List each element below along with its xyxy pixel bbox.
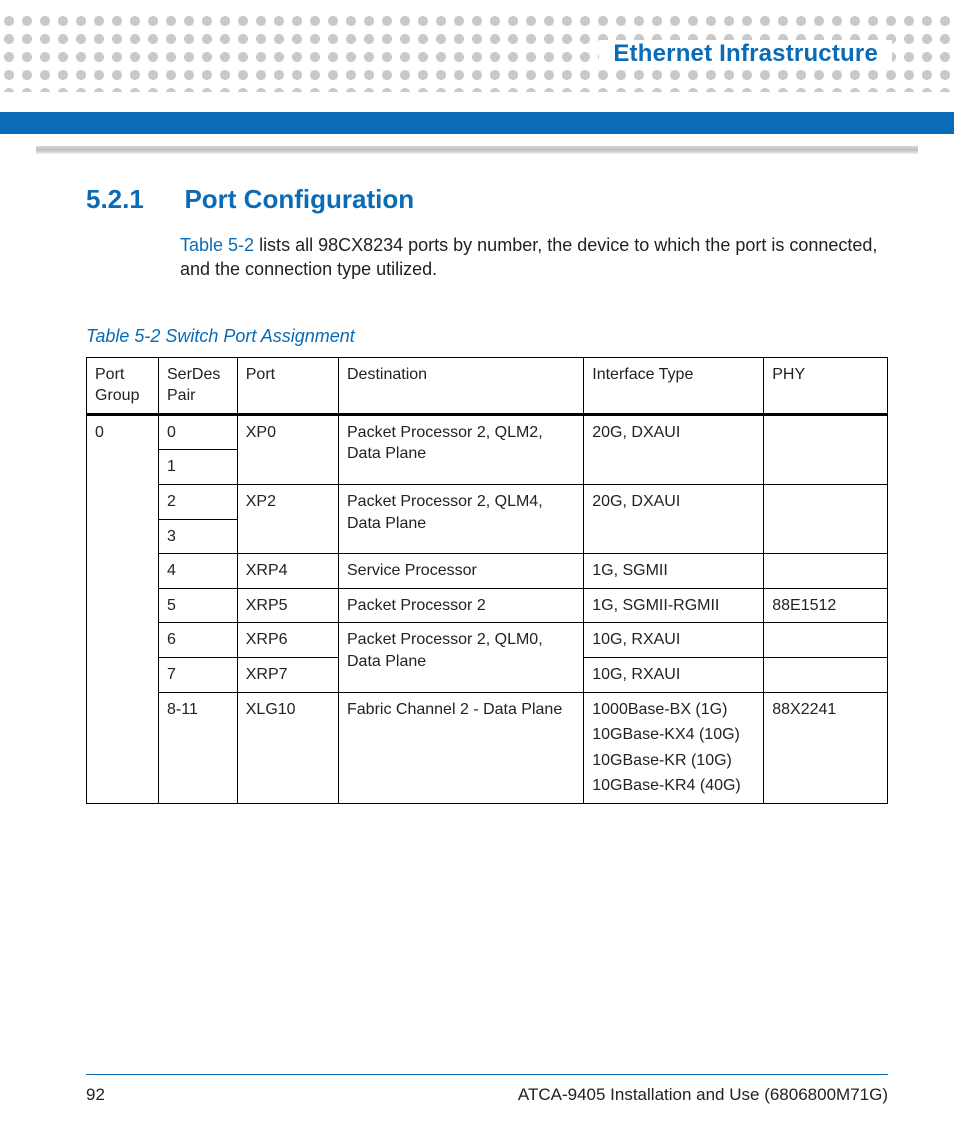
content-area: 5.2.1 Port Configuration Table 5-2 lists… [86, 184, 888, 804]
cell-serdes: 8-11 [159, 692, 238, 803]
table-row: 0 0 XP0 Packet Processor 2, QLM2, Data P… [87, 414, 888, 450]
cell-phy [764, 414, 888, 484]
cell-port: XRP4 [237, 554, 338, 589]
col-interface-type: Interface Type [584, 357, 764, 414]
header-blue-bar [0, 112, 954, 134]
cell-destination: Packet Processor 2 [339, 588, 584, 623]
table-caption: Table 5-2 Switch Port Assignment [86, 326, 888, 347]
cell-phy [764, 657, 888, 692]
cell-port: XRP7 [237, 657, 338, 692]
col-serdes-pair: SerDes Pair [159, 357, 238, 414]
cell-port: XLG10 [237, 692, 338, 803]
cell-serdes: 6 [159, 623, 238, 658]
table-row: 4 XRP4 Service Processor 1G, SGMII [87, 554, 888, 589]
cell-destination: Service Processor [339, 554, 584, 589]
doc-title: ATCA-9405 Installation and Use (6806800M… [518, 1085, 888, 1105]
cell-phy: 88X2241 [764, 692, 888, 803]
cell-phy [764, 484, 888, 553]
cell-interface: 1000Base-BX (1G) 10GBase-KX4 (10G) 10GBa… [584, 692, 764, 803]
cell-port: XP0 [237, 414, 338, 484]
cell-serdes: 4 [159, 554, 238, 589]
cell-interface: 10G, RXAUI [584, 623, 764, 658]
table-row: 5 XRP5 Packet Processor 2 1G, SGMII-RGMI… [87, 588, 888, 623]
section-body: Table 5-2 lists all 98CX8234 ports by nu… [180, 233, 888, 282]
col-port-group: Port Group [87, 357, 159, 414]
if-line: 10GBase-KR (10G) [592, 750, 755, 772]
table-header-row: Port Group SerDes Pair Port Destination … [87, 357, 888, 414]
page: Ethernet Infrastructure 5.2.1 Port Confi… [0, 0, 954, 1145]
cell-port: XRP6 [237, 623, 338, 658]
header-title-wrap: Ethernet Infrastructure [599, 40, 892, 68]
table-row: 6 XRP6 Packet Processor 2, QLM0, Data Pl… [87, 623, 888, 658]
cell-destination: Packet Processor 2, QLM4, Data Plane [339, 484, 584, 553]
cell-serdes: 0 [159, 414, 238, 450]
if-line: 10GBase-KX4 (10G) [592, 724, 755, 746]
section-body-text: lists all 98CX8234 ports by number, the … [180, 235, 877, 279]
cell-destination: Packet Processor 2, QLM2, Data Plane [339, 414, 584, 484]
section-number: 5.2.1 [86, 184, 180, 215]
col-port: Port [237, 357, 338, 414]
cell-serdes: 2 [159, 484, 238, 519]
chapter-title: Ethernet Infrastructure [613, 40, 878, 67]
cell-port: XP2 [237, 484, 338, 553]
cell-interface: 20G, DXAUI [584, 484, 764, 553]
cell-destination: Packet Processor 2, QLM0, Data Plane [339, 623, 584, 692]
page-number: 92 [86, 1085, 105, 1105]
section-title: Port Configuration [184, 184, 414, 215]
cell-destination: Fabric Channel 2 - Data Plane [339, 692, 584, 803]
cell-serdes: 1 [159, 450, 238, 485]
cell-serdes: 3 [159, 519, 238, 554]
cell-interface: 10G, RXAUI [584, 657, 764, 692]
cell-phy: 88E1512 [764, 588, 888, 623]
if-line: 1000Base-BX (1G) [592, 699, 755, 721]
cell-interface: 20G, DXAUI [584, 414, 764, 484]
section-heading: 5.2.1 Port Configuration [86, 184, 888, 215]
table-row: 2 XP2 Packet Processor 2, QLM4, Data Pla… [87, 484, 888, 519]
table-row: 8-11 XLG10 Fabric Channel 2 - Data Plane… [87, 692, 888, 803]
cell-phy [764, 623, 888, 658]
cell-interface: 1G, SGMII [584, 554, 764, 589]
if-line: 10GBase-KR4 (40G) [592, 775, 755, 797]
cell-port: XRP5 [237, 588, 338, 623]
header-divider [36, 146, 918, 154]
col-destination: Destination [339, 357, 584, 414]
cell-phy [764, 554, 888, 589]
cell-interface: 1G, SGMII-RGMII [584, 588, 764, 623]
table-reference-link[interactable]: Table 5-2 [180, 235, 254, 255]
col-phy: PHY [764, 357, 888, 414]
cell-serdes: 7 [159, 657, 238, 692]
switch-port-table: Port Group SerDes Pair Port Destination … [86, 357, 888, 804]
page-footer: 92 ATCA-9405 Installation and Use (68068… [86, 1074, 888, 1105]
cell-port-group: 0 [87, 414, 159, 803]
cell-serdes: 5 [159, 588, 238, 623]
